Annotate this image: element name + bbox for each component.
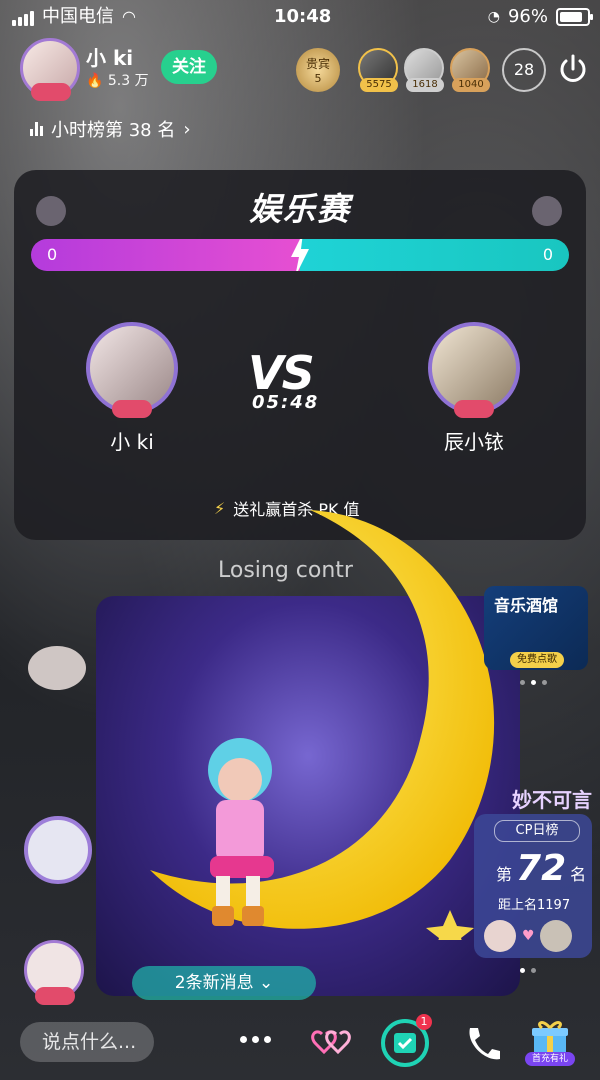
host-fans: 🔥 5.3 万 bbox=[86, 70, 149, 90]
chevron-right-icon: › bbox=[183, 118, 191, 140]
status-bar: 中国电信 ◠ 10:48 ◔ 96% bbox=[0, 0, 600, 34]
seat-icon-left bbox=[36, 196, 66, 226]
cp-rank-number: 72 bbox=[516, 848, 567, 889]
battery-icon bbox=[556, 8, 593, 26]
lightning-icon bbox=[291, 239, 309, 271]
avatar-bow-decoration bbox=[454, 400, 494, 418]
avatar-bow-decoration bbox=[112, 400, 152, 418]
pk-left-avatar[interactable] bbox=[86, 322, 178, 418]
cp-avatar-left bbox=[484, 920, 516, 952]
vip-badge[interactable]: 贵宾 5 bbox=[296, 48, 340, 92]
pk-right-score: 0 bbox=[542, 245, 553, 264]
viewer-count: 5575 bbox=[360, 78, 398, 92]
chat-input[interactable]: 说点什么... bbox=[20, 1022, 154, 1062]
seat-icon-right bbox=[532, 196, 562, 226]
pk-timer: 05:48 bbox=[252, 392, 320, 413]
top-viewer-2[interactable]: 1618 bbox=[404, 48, 444, 92]
power-icon[interactable] bbox=[556, 52, 590, 86]
host-fans-count: 5.3 万 bbox=[107, 73, 149, 89]
follow-button[interactable]: 关注 bbox=[161, 50, 217, 84]
cp-carousel-dots bbox=[520, 968, 536, 973]
chevron-down-icon: ⌄ bbox=[258, 973, 274, 993]
vip-label: 贵宾 bbox=[305, 57, 330, 71]
status-left: 中国电信 ◠ bbox=[12, 0, 136, 34]
new-messages-pill[interactable]: 2条新消息 ⌄ bbox=[132, 966, 316, 1000]
carousel-dots bbox=[520, 680, 547, 685]
free-song-button[interactable]: 免费点歌 bbox=[510, 652, 564, 668]
rank-bars-icon bbox=[30, 122, 43, 136]
new-messages-text: 2条新消息 bbox=[174, 973, 254, 993]
avatar-bow-decoration bbox=[31, 83, 71, 101]
pk-left-fill bbox=[31, 239, 300, 271]
music-bar-title: 音乐酒馆 bbox=[494, 596, 559, 615]
cp-rank: 第 72 名 bbox=[496, 848, 586, 889]
pk-right-avatar[interactable] bbox=[428, 322, 520, 418]
cp-daily-tag: CP日榜 bbox=[494, 820, 580, 842]
carrier-label: 中国电信 bbox=[42, 6, 114, 27]
pk-left-score: 0 bbox=[47, 245, 58, 264]
cp-title: 妙不可言 bbox=[512, 788, 592, 812]
cp-rank-prefix: 第 bbox=[496, 865, 513, 884]
more-icon[interactable] bbox=[240, 1036, 271, 1043]
hourly-rank[interactable]: 小时榜第 38 名 › bbox=[30, 116, 191, 142]
top-viewer-1[interactable]: 5575 bbox=[358, 48, 398, 92]
guest-avatar-3[interactable] bbox=[24, 940, 84, 1005]
orientation-lock-icon: ◔ bbox=[487, 9, 500, 25]
pk-right-name: 辰小铱 bbox=[444, 430, 504, 454]
pk-title: 娱乐赛 bbox=[248, 190, 351, 228]
signal-icon bbox=[12, 8, 34, 26]
battery-percent: 96% bbox=[507, 6, 548, 27]
viewer-count: 1618 bbox=[406, 78, 444, 92]
host-avatar[interactable] bbox=[20, 38, 80, 101]
clock: 10:48 bbox=[274, 6, 332, 27]
cp-rank-suffix: 名 bbox=[570, 865, 587, 884]
notification-badge: 1 bbox=[416, 1014, 432, 1030]
host-name: 小 ki bbox=[86, 46, 134, 70]
pk-right-fill bbox=[300, 239, 569, 271]
status-right: ◔ 96% bbox=[487, 0, 593, 34]
flame-icon: 🔥 bbox=[86, 73, 104, 89]
guest-avatar-2[interactable] bbox=[24, 816, 92, 884]
first-recharge-label: 首充有礼 bbox=[525, 1052, 575, 1066]
cp-avatar-right bbox=[540, 920, 572, 952]
double-heart-icon[interactable] bbox=[310, 1020, 354, 1064]
pk-progress-bar: 0 0 bbox=[31, 239, 569, 271]
pk-left-name: 小 ki bbox=[110, 430, 154, 454]
guest-avatar-1[interactable] bbox=[28, 646, 86, 690]
avatar-bow-decoration bbox=[35, 987, 75, 1005]
wifi-icon: ◠ bbox=[122, 7, 136, 26]
online-count[interactable]: 28 bbox=[502, 48, 546, 92]
cp-gap-text: 距上名1197 bbox=[498, 898, 571, 913]
phone-call-icon[interactable] bbox=[460, 1022, 504, 1066]
hourly-rank-text: 小时榜第 38 名 bbox=[51, 120, 176, 141]
heart-icon: ♥ bbox=[522, 928, 535, 944]
top-viewer-3[interactable]: 1040 bbox=[450, 48, 490, 92]
viewer-count: 1040 bbox=[452, 78, 490, 92]
vip-count: 5 bbox=[314, 72, 322, 85]
